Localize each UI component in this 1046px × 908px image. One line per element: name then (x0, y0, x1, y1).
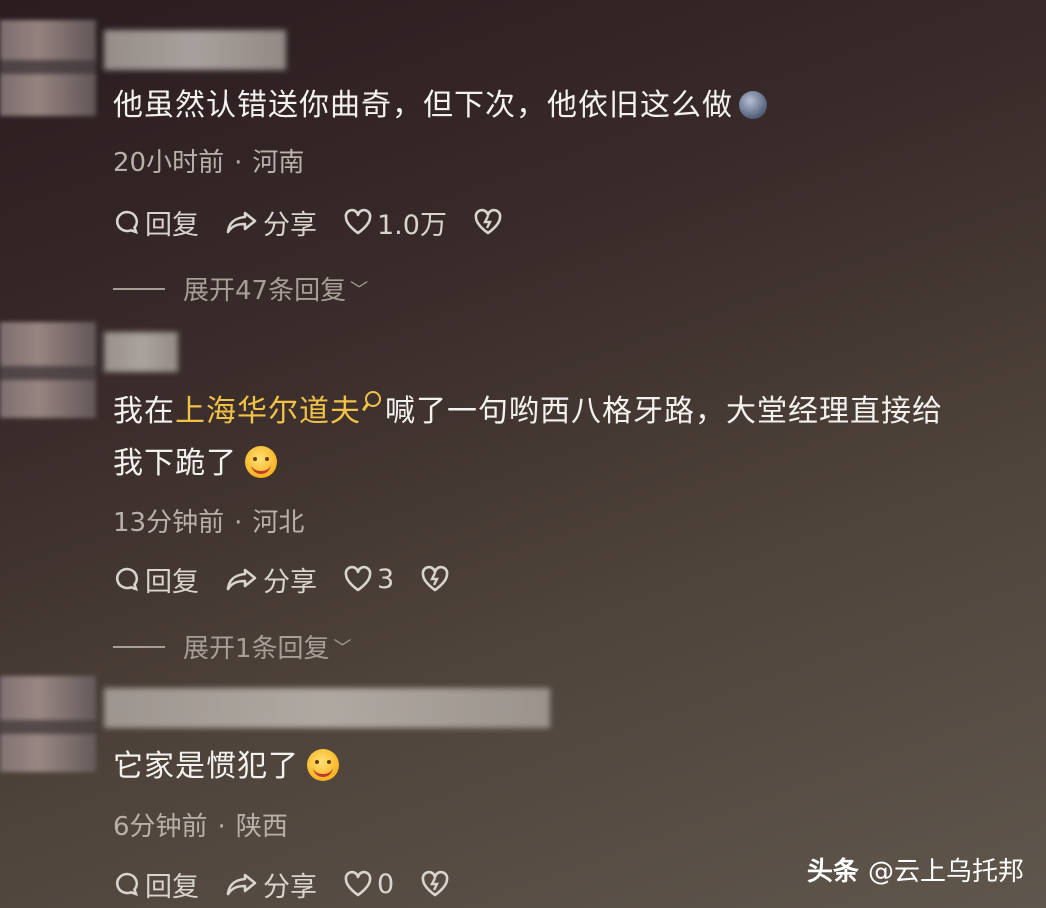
like-button[interactable]: 1.0万 (343, 203, 447, 242)
like-button[interactable]: 3 (343, 564, 394, 595)
username[interactable] (104, 688, 550, 728)
location-link[interactable]: 上海华尔道夫 (175, 394, 361, 429)
share-arrow-icon (226, 873, 257, 896)
comment-location: 陕西 (235, 812, 288, 842)
search-icon[interactable] (365, 391, 381, 407)
share-arrow-icon (226, 568, 257, 591)
chevron-down-icon: ﹀ (350, 279, 369, 301)
like-count: 0 (377, 868, 395, 900)
username[interactable] (104, 332, 178, 372)
comment-actions: 回复 分享 1.0万 (113, 202, 533, 242)
avatar[interactable] (0, 676, 96, 772)
expand-replies-button[interactable]: 展开47条回复 ﹀ (113, 270, 368, 307)
comment-time: 20小时前 (113, 148, 225, 178)
avatar[interactable] (0, 322, 96, 418)
expand-replies-button[interactable]: 展开1条回复 ﹀ (113, 628, 352, 665)
comment-bubble-icon (115, 567, 139, 592)
comment-meta: 20小时前 · 河南 (113, 148, 305, 178)
comment-location: 河南 (252, 148, 305, 178)
username[interactable] (104, 30, 286, 70)
comment-text: 我在上海华尔道夫 喊了一句哟西八格牙路，大堂经理直接给 (113, 386, 943, 438)
comment-actions: 回复 分享 0 (113, 864, 480, 904)
dislike-button[interactable] (420, 870, 454, 898)
share-button[interactable]: 分享 (225, 865, 317, 904)
comment-bubble-icon (115, 210, 139, 235)
smile-emoji-icon (245, 446, 277, 478)
moon-emoji-icon (739, 91, 767, 119)
share-button[interactable]: 分享 (225, 203, 317, 242)
comment-location: 河北 (252, 508, 305, 538)
share-button[interactable]: 分享 (225, 560, 317, 599)
smile-emoji-icon (307, 749, 339, 781)
comment-bubble-icon (115, 872, 139, 897)
avatar[interactable] (0, 20, 96, 116)
broken-heart-icon (421, 565, 449, 592)
comment-time: 13分钟前 (113, 508, 225, 538)
like-count: 1.0万 (377, 209, 447, 241)
like-count: 3 (377, 563, 395, 595)
watermark-brand: 头条 (806, 857, 859, 887)
dislike-button[interactable] (420, 565, 454, 593)
reply-button[interactable]: 回复 (113, 203, 199, 242)
comment-text: 它家是惯犯了 (113, 741, 339, 793)
reply-button[interactable]: 回复 (113, 560, 199, 599)
heart-icon (344, 870, 372, 897)
share-arrow-icon (226, 211, 257, 234)
comment-text: 他虽然认错送你曲奇，但下次，他依旧这么做 (113, 80, 767, 132)
like-button[interactable]: 0 (343, 869, 394, 900)
comment-time: 6分钟前 (113, 812, 208, 842)
comment-actions: 回复 分享 3 (113, 559, 480, 599)
comment-meta: 6分钟前 · 陕西 (113, 812, 288, 842)
heart-icon (344, 208, 372, 235)
dislike-button[interactable] (473, 208, 507, 236)
watermark-handle: @云上乌托邦 (867, 857, 1024, 887)
broken-heart-icon (474, 208, 502, 235)
chevron-down-icon: ﹀ (333, 637, 352, 659)
watermark: 头条 @云上乌托邦 (807, 851, 1024, 888)
comment-text-line2: 我下跪了 (113, 438, 277, 490)
heart-icon (344, 565, 372, 592)
comment-meta: 13分钟前 · 河北 (113, 508, 305, 538)
reply-button[interactable]: 回复 (113, 865, 199, 904)
broken-heart-icon (421, 870, 449, 897)
